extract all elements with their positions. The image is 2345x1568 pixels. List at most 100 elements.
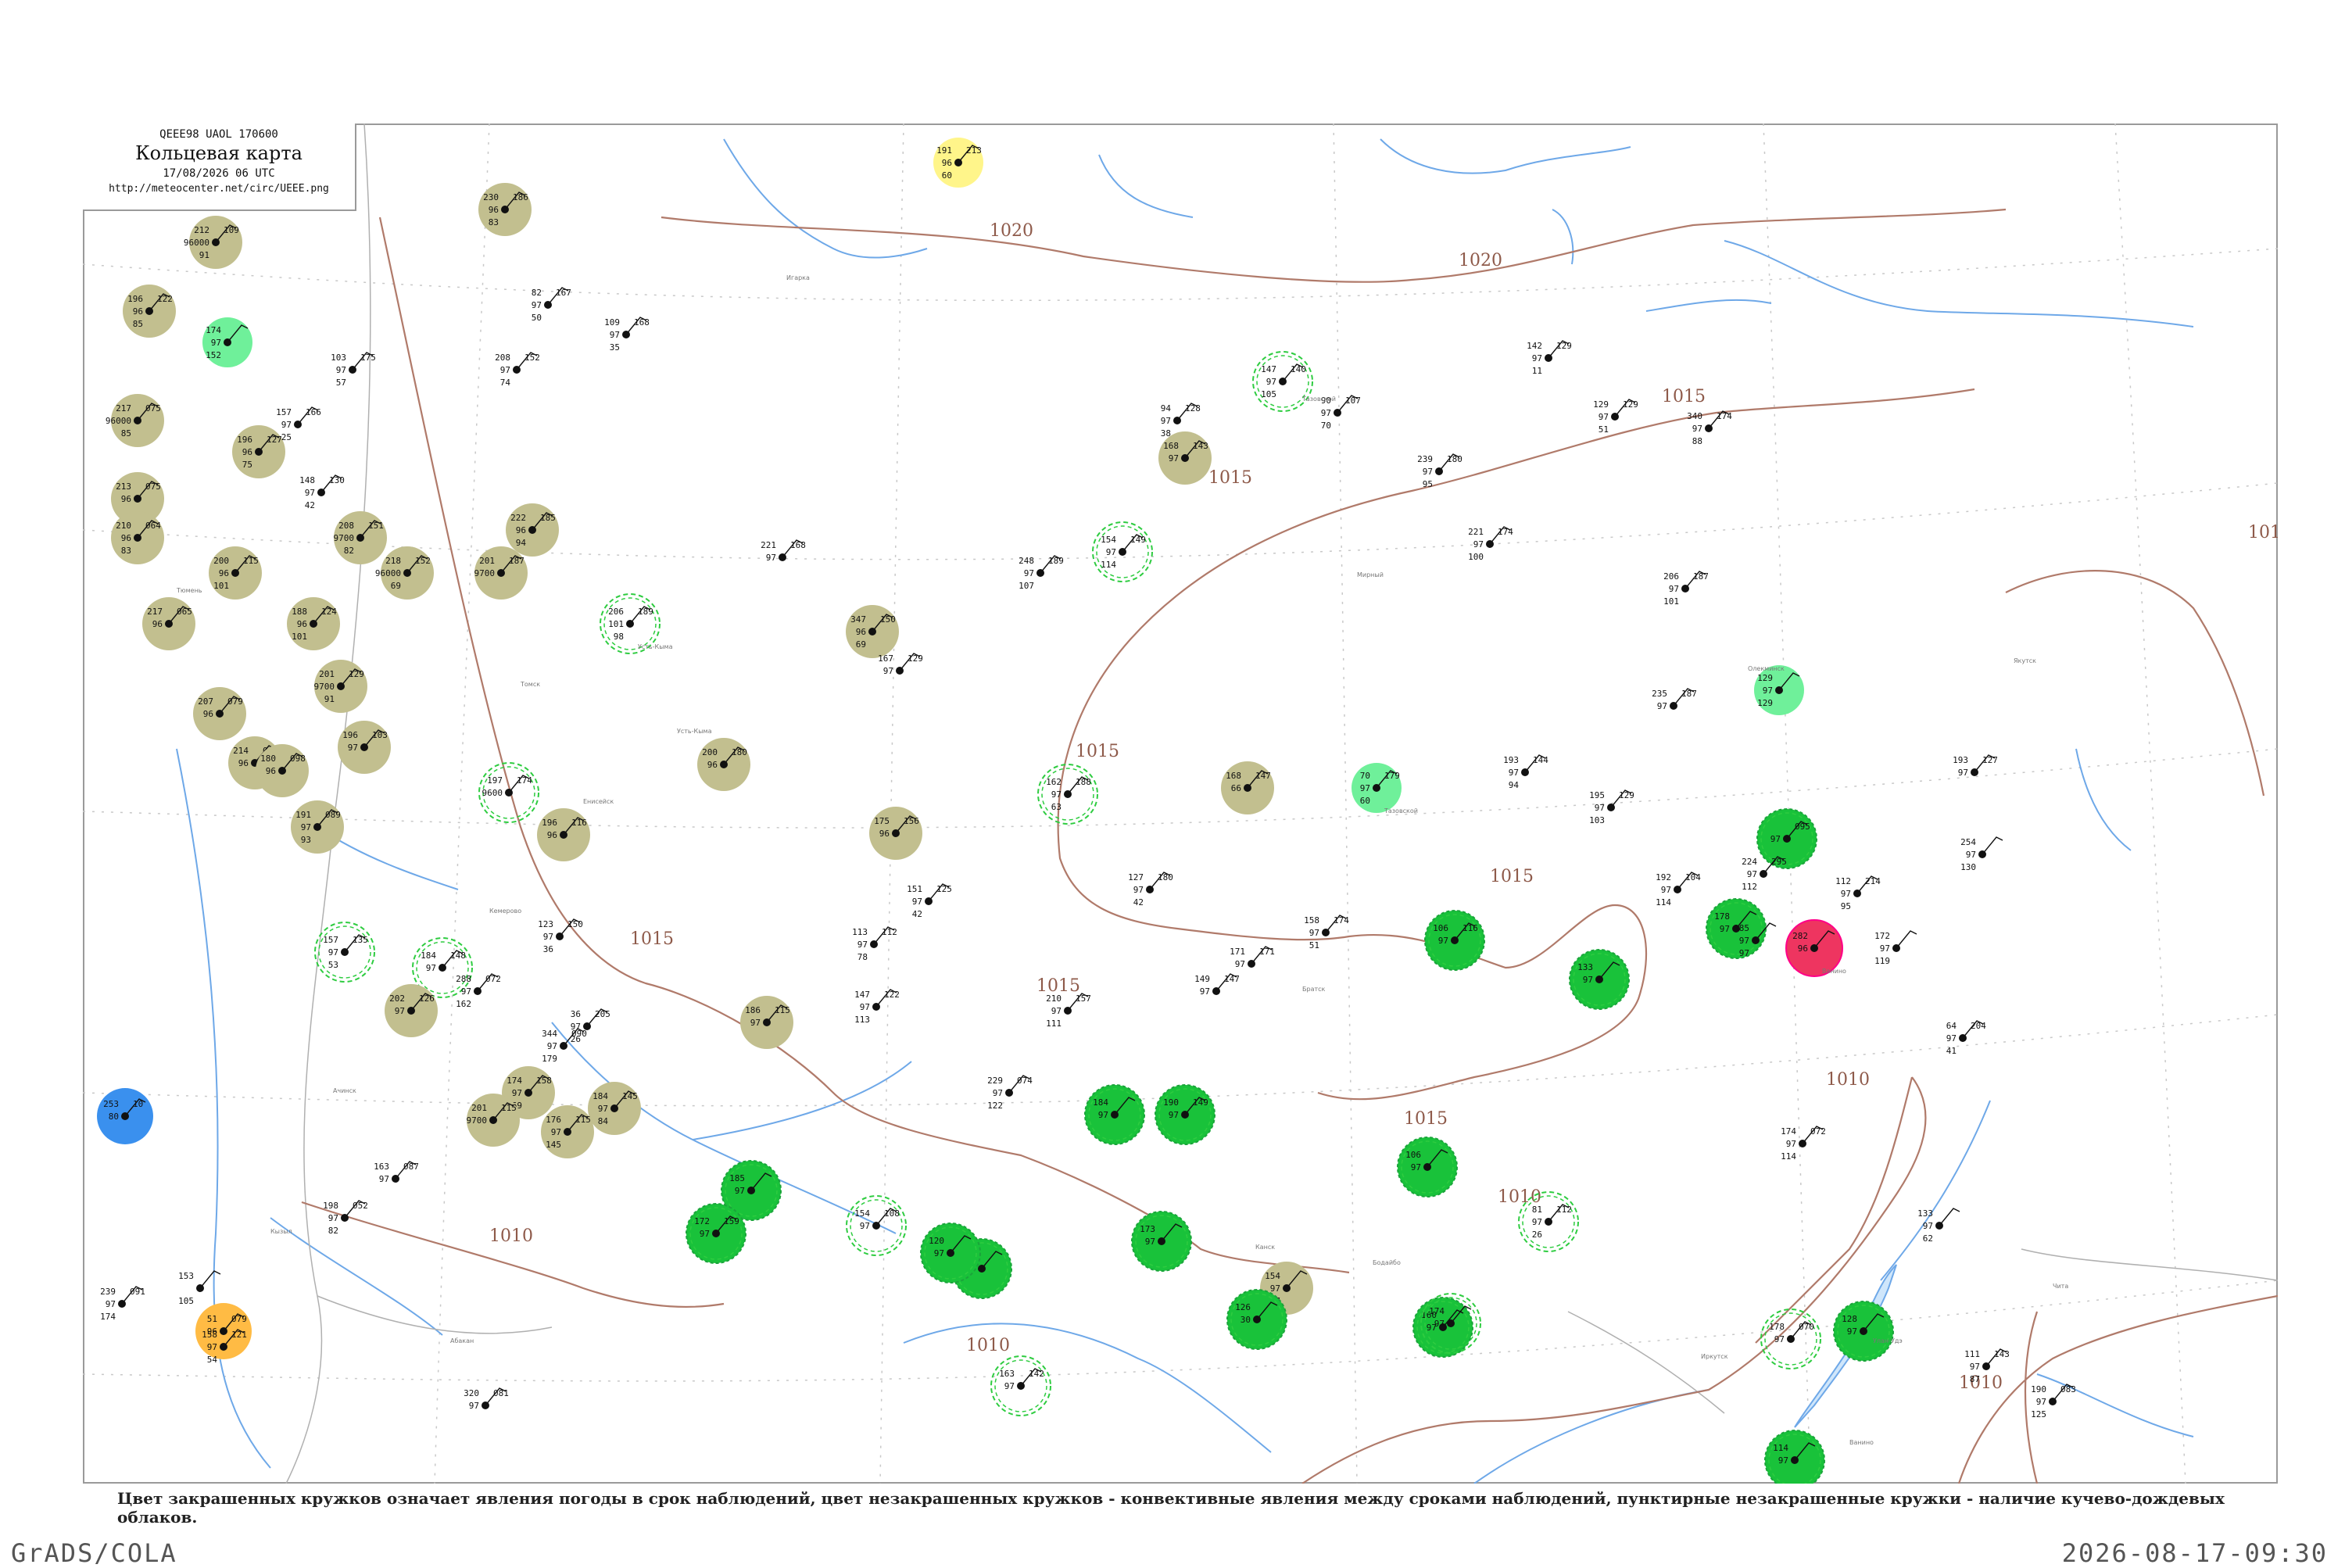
- station-marker[interactable]: 191 97 93 089: [291, 800, 344, 854]
- station-marker[interactable]: 157 97 25 166: [276, 406, 321, 442]
- station-marker[interactable]: 174 97 152: [202, 317, 252, 367]
- station-marker[interactable]: 196 96 116: [537, 808, 590, 861]
- station-marker[interactable]: 142 97 11 129: [1527, 340, 1572, 376]
- station-marker[interactable]: 113 97 78 112: [852, 926, 897, 962]
- station-marker[interactable]: 158 97 51 174: [1304, 915, 1349, 950]
- station-marker[interactable]: 176 97 145 115: [541, 1105, 594, 1158]
- station-marker[interactable]: 254 97 130: [1960, 836, 2003, 872]
- station-marker[interactable]: 222 96 94 185: [506, 503, 559, 557]
- station-marker[interactable]: 207 96 079: [193, 687, 246, 740]
- station-marker[interactable]: 129 97 51 129: [1593, 399, 1638, 435]
- station-marker[interactable]: 127 97 42 180: [1128, 872, 1173, 908]
- station-marker[interactable]: 11497: [1764, 1430, 1825, 1484]
- station-marker[interactable]: 344 97 179 090: [542, 1028, 587, 1064]
- station-marker[interactable]: 168 97 143: [1158, 431, 1212, 485]
- station-marker[interactable]: 175 96 156: [869, 807, 922, 860]
- station-marker[interactable]: 97 095: [1756, 808, 1817, 869]
- station-marker[interactable]: 218 96000 69 152: [375, 546, 434, 600]
- station-marker[interactable]: 163 97 142: [990, 1355, 1051, 1416]
- station-marker[interactable]: 193 97 94 144: [1503, 754, 1548, 790]
- station-marker[interactable]: 230 96 83 186: [478, 183, 532, 236]
- station-marker[interactable]: 148 97 42 130: [299, 474, 345, 510]
- station-marker[interactable]: 253 80 10: [97, 1088, 153, 1144]
- station-marker[interactable]: 163 97 087: [374, 1161, 419, 1184]
- station-marker[interactable]: 369726205: [571, 1008, 610, 1044]
- station-marker[interactable]: 235 97 187: [1652, 688, 1697, 711]
- station-marker[interactable]: 200 96 180: [697, 738, 750, 791]
- station-marker[interactable]: 180 96 098: [256, 744, 309, 797]
- station-marker[interactable]: 208 97 74 152: [495, 352, 540, 388]
- station-marker[interactable]: 168 66 147: [1221, 761, 1274, 814]
- station-marker[interactable]: 221 97 168: [761, 539, 806, 563]
- station-marker[interactable]: 212 96000 91 109: [184, 216, 242, 269]
- station-marker[interactable]: 347 96 69 150: [846, 605, 899, 658]
- station-marker[interactable]: 18497: [1084, 1084, 1145, 1145]
- station-marker[interactable]: 109 97 35 168: [604, 317, 650, 353]
- station-marker[interactable]: 12630: [1226, 1289, 1287, 1350]
- station-marker[interactable]: 201 9700 91 129: [314, 660, 368, 713]
- station-marker[interactable]: 288 97 162 072: [456, 973, 501, 1009]
- station-marker[interactable]: 154 97 108: [846, 1195, 907, 1256]
- station-marker[interactable]: 192 97 114 104: [1656, 872, 1701, 908]
- station-marker[interactable]: 106 97 116: [1424, 910, 1485, 971]
- station-marker[interactable]: 201 9700 115: [467, 1094, 521, 1147]
- station-marker[interactable]: 112 97 95 214: [1835, 875, 1881, 911]
- station-marker[interactable]: 64 97 41 204: [1946, 1020, 1986, 1056]
- station-marker[interactable]: 191 96 60 213: [933, 138, 983, 188]
- station-marker[interactable]: 133 97 62: [1917, 1208, 1960, 1244]
- station-marker[interactable]: 208 9700 82 151: [334, 511, 388, 564]
- station-marker[interactable]: 123 97 36 150: [538, 918, 583, 954]
- station-marker[interactable]: 198 97 82 052: [323, 1200, 368, 1236]
- station-marker[interactable]: 229 97 122 074: [987, 1075, 1033, 1111]
- station-marker[interactable]: 151 97 42 125: [907, 883, 952, 919]
- station-marker[interactable]: 206 101 98 189 Усть-Кыма: [600, 593, 673, 654]
- station-marker[interactable]: 217 96 065: [142, 597, 195, 650]
- station-marker[interactable]: 154 97 114 149: [1092, 521, 1153, 582]
- station-marker[interactable]: 221 97 100 174: [1468, 526, 1513, 562]
- station-marker[interactable]: 202 97 126: [385, 984, 438, 1037]
- station-marker[interactable]: 196 97 103: [338, 721, 391, 774]
- station-marker[interactable]: 190 97 149: [1155, 1084, 1215, 1145]
- station-marker[interactable]: 149 97 147: [1194, 973, 1240, 997]
- station-marker[interactable]: 340 97 88 174: [1687, 410, 1732, 446]
- station-marker[interactable]: 201 9700 187: [474, 546, 528, 600]
- station-marker[interactable]: 82 97 50 167: [532, 287, 571, 323]
- station-marker[interactable]: 174 97 114 072: [1781, 1126, 1826, 1162]
- station-marker[interactable]: 12097: [920, 1223, 981, 1283]
- station-marker[interactable]: 147 97 113 122: [854, 989, 900, 1025]
- source-url[interactable]: http://meteocenter.net/circ/UEEE.png: [83, 183, 355, 195]
- station-marker[interactable]: 210 97 111 157: [1046, 993, 1091, 1029]
- station-marker[interactable]: 70 97 60 179 Тазовской: [1352, 763, 1418, 814]
- station-marker[interactable]: 171 97 171: [1230, 946, 1275, 969]
- station-marker[interactable]: 188 96 101 124: [287, 597, 340, 650]
- station-marker[interactable]: 193 97 127: [1953, 754, 1998, 778]
- station-marker[interactable]: 178 97 070: [1760, 1308, 1821, 1369]
- station-marker[interactable]: 224 97 112 295: [1742, 856, 1787, 892]
- station-marker[interactable]: 282 96 Ванино: [1785, 919, 1846, 977]
- station-marker[interactable]: 196 96 85 122: [123, 285, 176, 338]
- station-marker[interactable]: 217 96000 85 075: [106, 394, 164, 447]
- station-marker[interactable]: 196 96 75 127: [232, 425, 285, 478]
- station-marker[interactable]: 167 97 129: [878, 653, 923, 676]
- station-marker[interactable]: 206 97 101 187: [1663, 571, 1709, 607]
- station-marker[interactable]: 12897: [1833, 1301, 1894, 1362]
- station-marker[interactable]: 13397: [1569, 949, 1630, 1010]
- station-marker[interactable]: 172 97 159: [686, 1203, 746, 1264]
- station-marker[interactable]: 162 97 63 188: [1037, 764, 1098, 825]
- station-marker[interactable]: 200 96 101 115: [209, 546, 262, 600]
- station-marker[interactable]: 239 97 174 091: [100, 1286, 145, 1322]
- station-marker[interactable]: 10697: [1397, 1137, 1458, 1197]
- station-marker[interactable]: 129 97 129: [1754, 665, 1804, 715]
- station-marker[interactable]: 197 9600 174: [478, 762, 539, 823]
- station-marker[interactable]: 320 97 081: [464, 1387, 509, 1411]
- station-marker[interactable]: 172 97 119: [1874, 930, 1917, 966]
- place-name-label: Ачинск: [333, 1087, 356, 1094]
- station-marker[interactable]: 248 97 107 189: [1019, 555, 1064, 591]
- station-marker[interactable]: 190 97 125 083: [2031, 1384, 2076, 1419]
- station-marker[interactable]: 195 97 103 129: [1589, 789, 1634, 825]
- station-marker[interactable]: 186 97 115: [740, 996, 793, 1049]
- station-marker[interactable]: 157 97 53 135: [314, 922, 375, 983]
- station-marker[interactable]: 184 97 84 145: [588, 1082, 641, 1135]
- station-marker[interactable]: 17397: [1131, 1211, 1192, 1272]
- station-marker[interactable]: 210 96 83 064: [111, 511, 164, 564]
